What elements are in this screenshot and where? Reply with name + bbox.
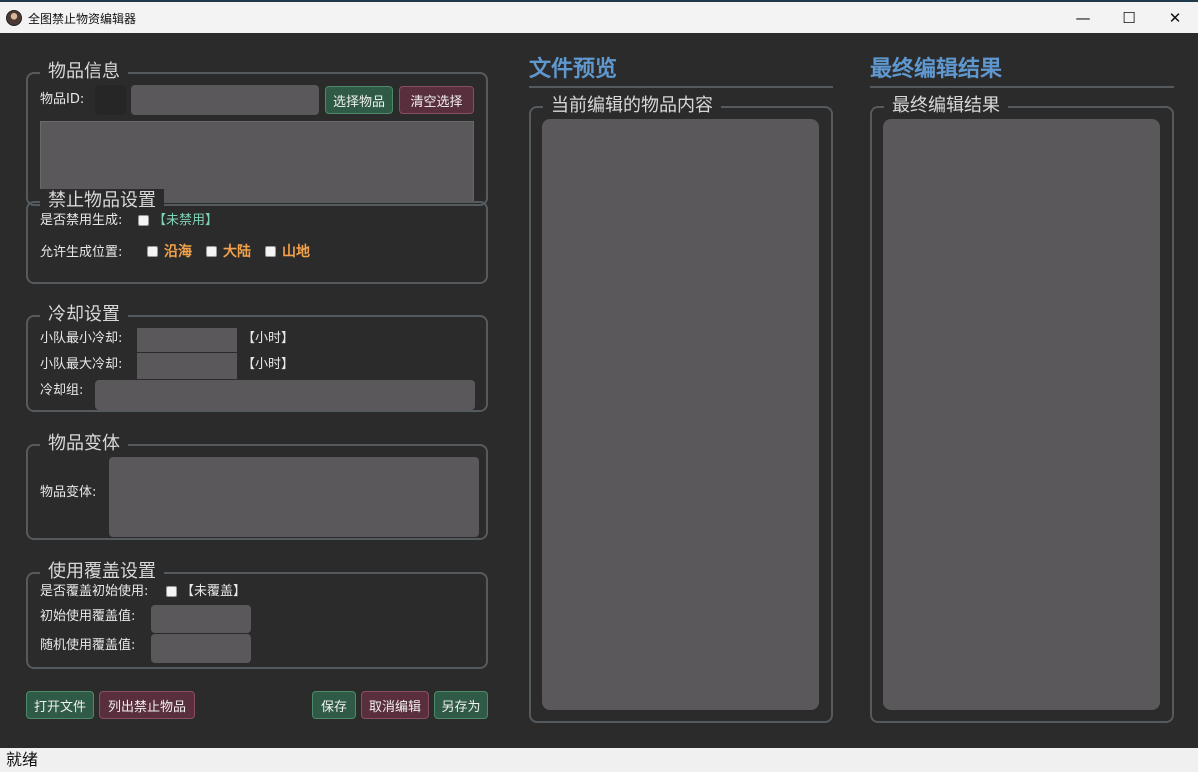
override-initial-status: 【未覆盖】	[181, 584, 247, 599]
allow-location-label: 允许生成位置:	[40, 245, 123, 260]
cancel-edit-button[interactable]: 取消编辑	[361, 691, 429, 719]
save-button[interactable]: 保存	[312, 691, 356, 719]
ban-settings-title: 禁止物品设置	[40, 189, 164, 213]
random-override-value-input[interactable]	[151, 634, 251, 663]
mainland-checkbox[interactable]	[206, 246, 217, 257]
status-bar: 就绪	[0, 748, 1198, 772]
file-preview-textarea[interactable]	[542, 119, 819, 710]
file-preview-divider	[529, 86, 833, 88]
min-cooldown-input[interactable]	[137, 328, 237, 352]
save-as-button[interactable]: 另存为	[434, 691, 488, 719]
open-file-button[interactable]: 打开文件	[26, 691, 94, 719]
max-cooldown-label: 小队最大冷却:	[40, 357, 123, 372]
coast-checkbox[interactable]	[147, 246, 158, 257]
variants-textarea[interactable]	[109, 457, 479, 537]
item-id-input[interactable]	[131, 85, 319, 115]
min-cooldown-label: 小队最小冷却:	[40, 331, 123, 346]
item-icon-preview	[95, 85, 126, 115]
override-initial-checkbox[interactable]	[166, 586, 177, 597]
list-banned-items-button[interactable]: 列出禁止物品	[99, 691, 195, 719]
select-item-button[interactable]: 选择物品	[325, 86, 393, 114]
file-preview-group-title: 当前编辑的物品内容	[543, 94, 721, 118]
final-result-group-title: 最终编辑结果	[884, 94, 1008, 118]
final-result-heading: 最终编辑结果	[870, 57, 1003, 82]
random-override-value-label: 随机使用覆盖值:	[40, 638, 136, 653]
minimize-button[interactable]: —	[1060, 2, 1106, 33]
cooldown-group-input[interactable]	[95, 380, 475, 410]
min-cooldown-unit: 【小时】	[242, 331, 295, 346]
initial-override-value-input[interactable]	[151, 605, 251, 633]
title-bar: 全图禁止物资编辑器 — ☐ ✕	[0, 0, 1198, 33]
window-title: 全图禁止物资编辑器	[28, 12, 137, 26]
initial-override-value-label: 初始使用覆盖值:	[40, 609, 136, 624]
cooldown-group-label: 冷却组:	[40, 383, 84, 398]
coast-label: 沿海	[164, 244, 192, 260]
status-text: 就绪	[6, 750, 39, 769]
max-cooldown-unit: 【小时】	[242, 357, 295, 372]
disable-spawn-label: 是否禁用生成:	[40, 213, 123, 228]
override-initial-label: 是否覆盖初始使用:	[40, 584, 149, 599]
variants-title: 物品变体	[40, 432, 128, 456]
cooldown-title: 冷却设置	[40, 303, 128, 327]
disable-spawn-status: 【未禁用】	[153, 213, 219, 228]
max-cooldown-input[interactable]	[137, 353, 237, 379]
clear-selection-button[interactable]: 清空选择	[399, 86, 474, 114]
final-result-textarea[interactable]	[883, 119, 1160, 710]
variants-label: 物品变体:	[40, 485, 97, 500]
mountain-checkbox[interactable]	[265, 246, 276, 257]
final-result-divider	[870, 86, 1174, 88]
close-button[interactable]: ✕	[1152, 2, 1198, 33]
mountain-label: 山地	[282, 244, 310, 260]
app-icon	[6, 10, 22, 26]
mainland-label: 大陆	[223, 244, 251, 260]
maximize-button[interactable]: ☐	[1106, 2, 1152, 33]
override-title: 使用覆盖设置	[40, 560, 164, 584]
file-preview-heading: 文件预览	[529, 57, 618, 82]
item-id-label: 物品ID:	[40, 92, 85, 107]
item-info-title: 物品信息	[40, 60, 128, 84]
disable-spawn-checkbox[interactable]	[138, 215, 149, 226]
